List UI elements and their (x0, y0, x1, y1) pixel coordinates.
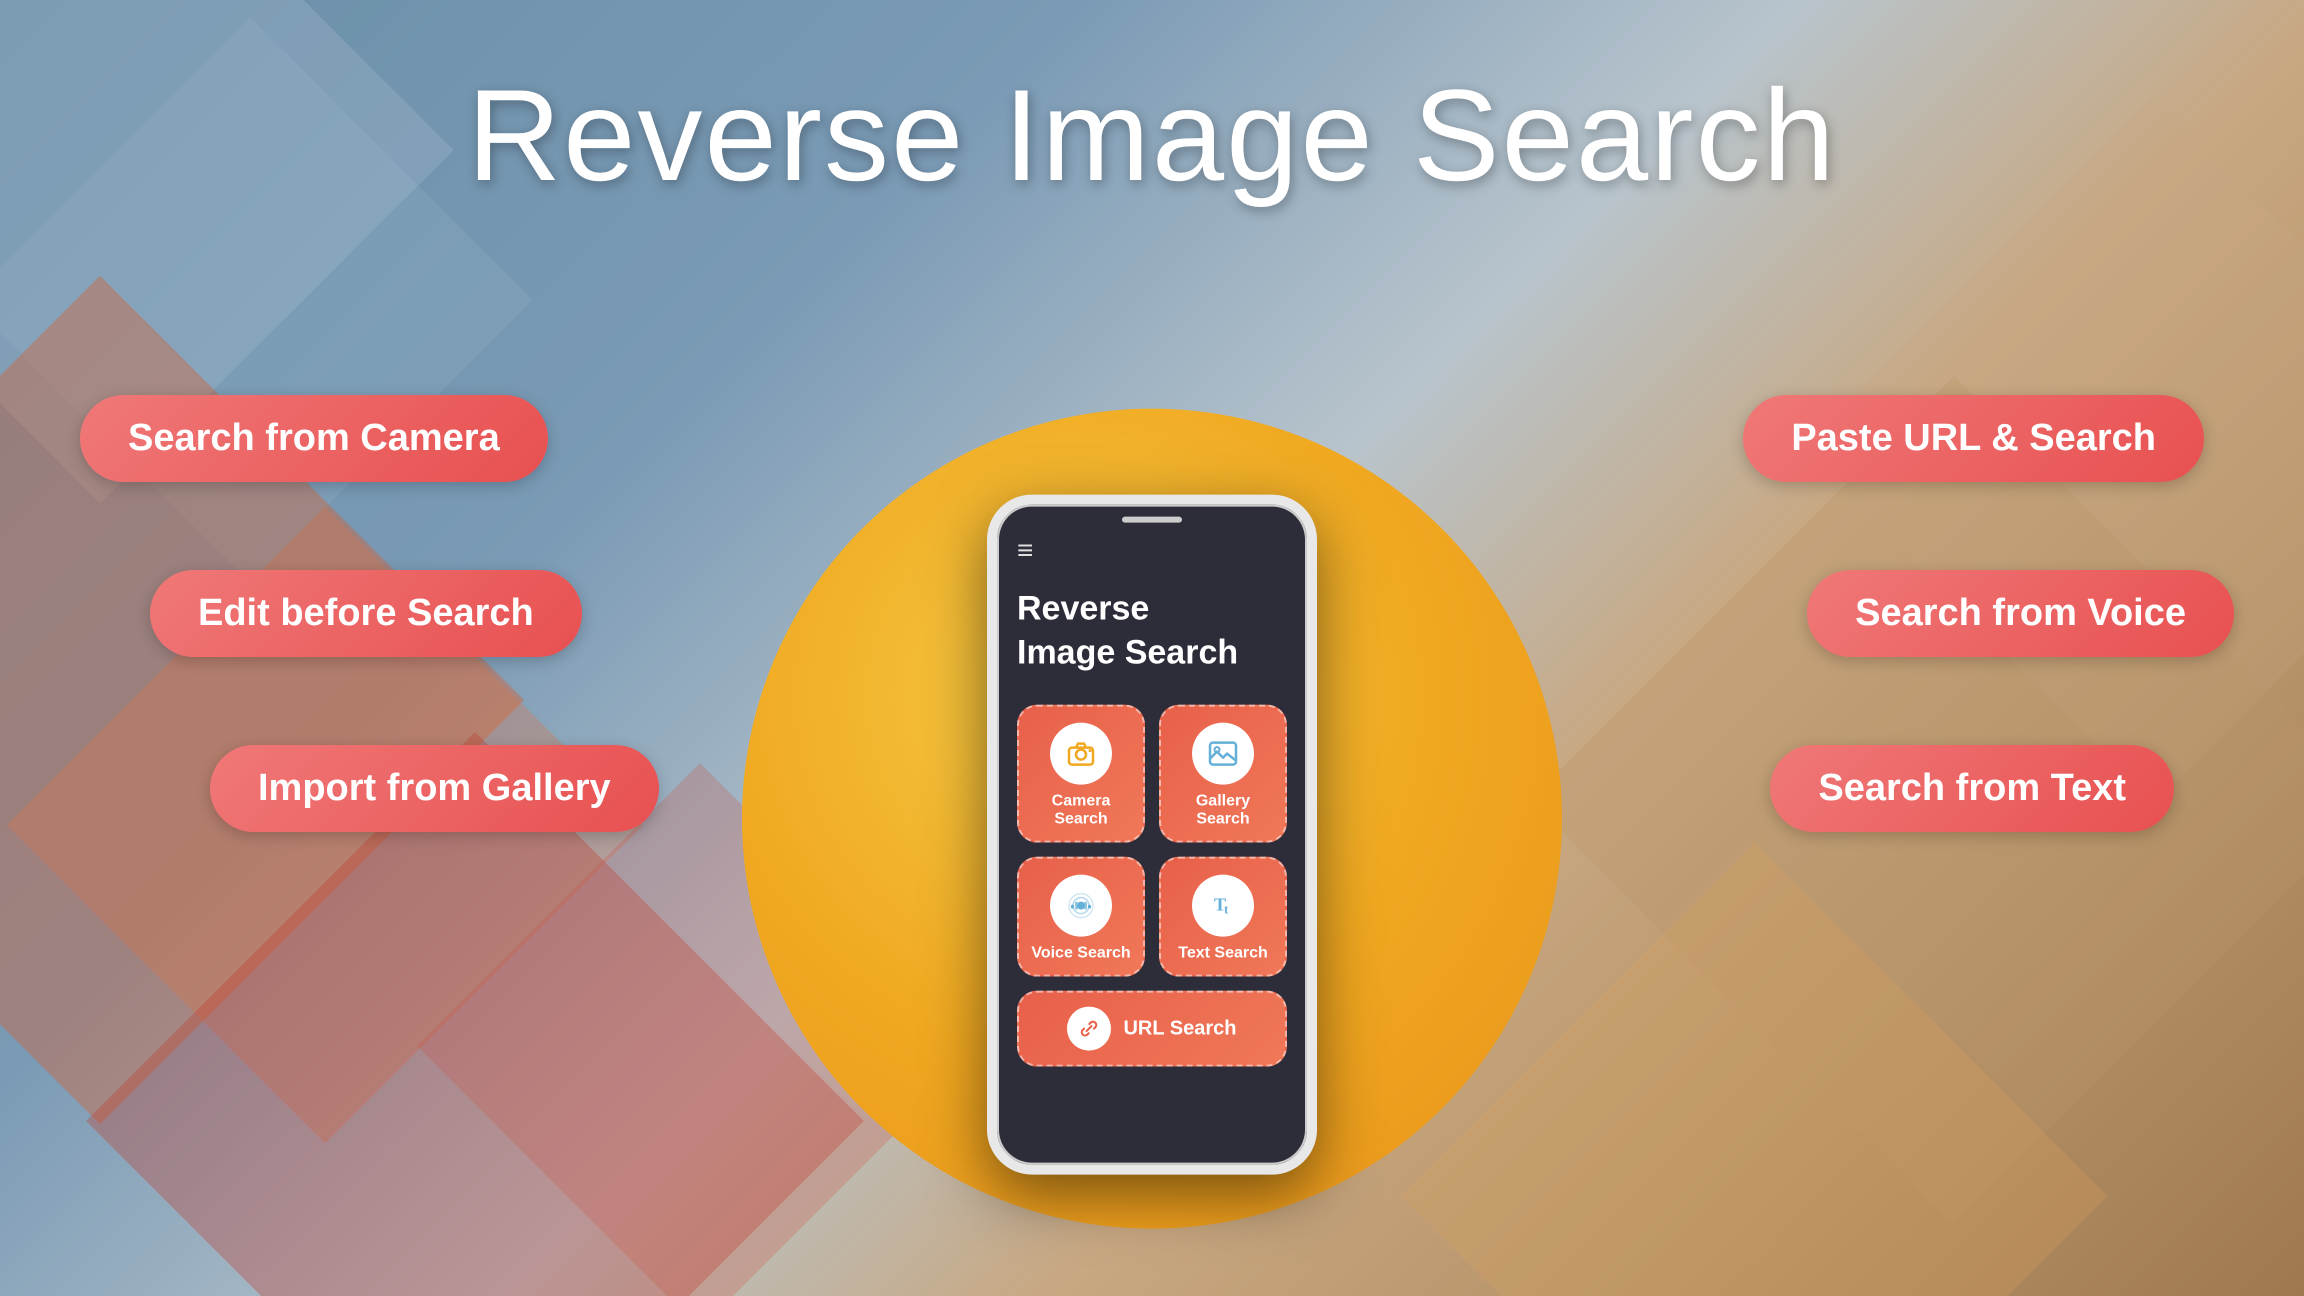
edit-before-search-label: Edit before Search (150, 570, 582, 657)
paste-url-search-label: Paste URL & Search (1743, 395, 2204, 482)
gallery-icon (1206, 737, 1240, 771)
search-from-voice-label: Search from Voice (1807, 570, 2234, 657)
url-search-label: URL Search (1123, 1017, 1236, 1040)
voice-search-button[interactable]: Voice Search (1017, 857, 1145, 977)
microphone-icon (1064, 889, 1098, 923)
page-title: Reverse Image Search (467, 60, 1837, 210)
phone-mockup: ≡ ReverseImage Search (987, 495, 1317, 1175)
phone-frame: ≡ ReverseImage Search (987, 495, 1317, 1175)
phone-screen: ≡ ReverseImage Search (997, 505, 1307, 1087)
camera-icon (1064, 737, 1098, 771)
url-icon-circle (1067, 1007, 1111, 1051)
text-search-button[interactable]: T t Text Search (1159, 857, 1287, 977)
voice-icon-circle (1050, 875, 1112, 937)
camera-icon-circle (1050, 723, 1112, 785)
app-buttons-grid: Camera Search Gallery Sea (1017, 705, 1287, 977)
gallery-search-label: Gallery Search (1171, 793, 1275, 829)
voice-search-label: Voice Search (1031, 945, 1130, 963)
gallery-search-button[interactable]: Gallery Search (1159, 705, 1287, 843)
import-from-gallery-label: Import from Gallery (210, 745, 659, 832)
search-from-text-label: Search from Text (1770, 745, 2174, 832)
main-content: Reverse Image Search ≡ ReverseImage Sear… (0, 0, 2304, 1296)
link-icon (1075, 1015, 1103, 1043)
text-icon: T t (1206, 889, 1240, 923)
gallery-icon-circle (1192, 723, 1254, 785)
camera-search-label: Camera Search (1029, 793, 1133, 829)
svg-text:t: t (1224, 902, 1229, 917)
hamburger-menu-icon: ≡ (1017, 535, 1287, 567)
app-title: ReverseImage Search (1017, 587, 1287, 675)
text-search-label: Text Search (1178, 945, 1268, 963)
search-from-camera-label: Search from Camera (80, 395, 548, 482)
center-area: ≡ ReverseImage Search (0, 210, 2304, 1296)
text-icon-circle: T t (1192, 875, 1254, 937)
camera-search-button[interactable]: Camera Search (1017, 705, 1145, 843)
url-search-button[interactable]: URL Search (1017, 991, 1287, 1067)
